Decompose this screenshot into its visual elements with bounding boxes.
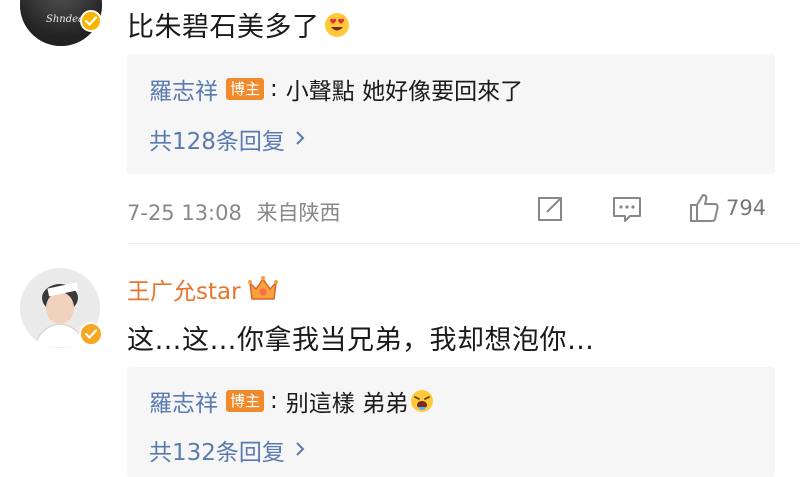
divider bbox=[127, 243, 800, 244]
chevron-right-icon bbox=[295, 126, 305, 152]
reply-count-link[interactable]: 共132条回复 bbox=[149, 433, 305, 467]
timestamp: 7-25 13:08 bbox=[127, 201, 242, 225]
reply-box[interactable]: 羅志祥 博主 : 小聲點 她好像要回來了 共128条回复 bbox=[127, 54, 775, 174]
reply-count-label: 共132条回复 bbox=[149, 440, 285, 466]
username-row: 王广允star bbox=[127, 272, 279, 306]
share-icon[interactable] bbox=[535, 194, 565, 224]
verified-icon bbox=[80, 10, 102, 32]
reply-box[interactable]: 羅志祥 博主 : 别這樣 弟弟 共132条回复 bbox=[127, 367, 775, 477]
shocked-emoji-icon bbox=[410, 389, 434, 413]
chevron-right-icon bbox=[295, 437, 305, 463]
reply-content: 小聲點 她好像要回來了 bbox=[285, 79, 524, 105]
reply-line: 羅志祥 博主 : 别這樣 弟弟 bbox=[149, 384, 434, 418]
comment-text: 这…这…你拿我当兄弟，我却想泡你… bbox=[127, 325, 595, 356]
reply-author[interactable]: 羅志祥 bbox=[149, 384, 218, 418]
like-button[interactable]: 794 bbox=[688, 192, 766, 224]
comment-icon[interactable] bbox=[611, 194, 643, 224]
author-badge: 博主 bbox=[226, 78, 265, 100]
comment-meta: 7-25 13:08 来自陕西 bbox=[127, 197, 341, 227]
location: 来自陕西 bbox=[256, 201, 341, 225]
crown-icon bbox=[247, 275, 279, 303]
reply-content: 别這樣 弟弟 bbox=[285, 391, 409, 417]
verified-icon bbox=[79, 322, 103, 346]
reply-author[interactable]: 羅志祥 bbox=[149, 72, 218, 106]
thumbs-up-icon bbox=[688, 192, 720, 224]
heart-eyes-emoji-icon bbox=[324, 12, 350, 38]
comment-text: 比朱碧石美多了 bbox=[127, 5, 350, 44]
reply-count-link[interactable]: 共128条回复 bbox=[149, 122, 305, 156]
reply-count-label: 共128条回复 bbox=[149, 129, 285, 155]
like-count: 794 bbox=[726, 196, 767, 220]
reply-line: 羅志祥 博主 : 小聲點 她好像要回來了 bbox=[149, 72, 523, 106]
username[interactable]: 王广允star bbox=[127, 272, 241, 306]
colon: : bbox=[270, 76, 278, 102]
colon: : bbox=[270, 388, 278, 414]
author-badge: 博主 bbox=[226, 390, 265, 412]
